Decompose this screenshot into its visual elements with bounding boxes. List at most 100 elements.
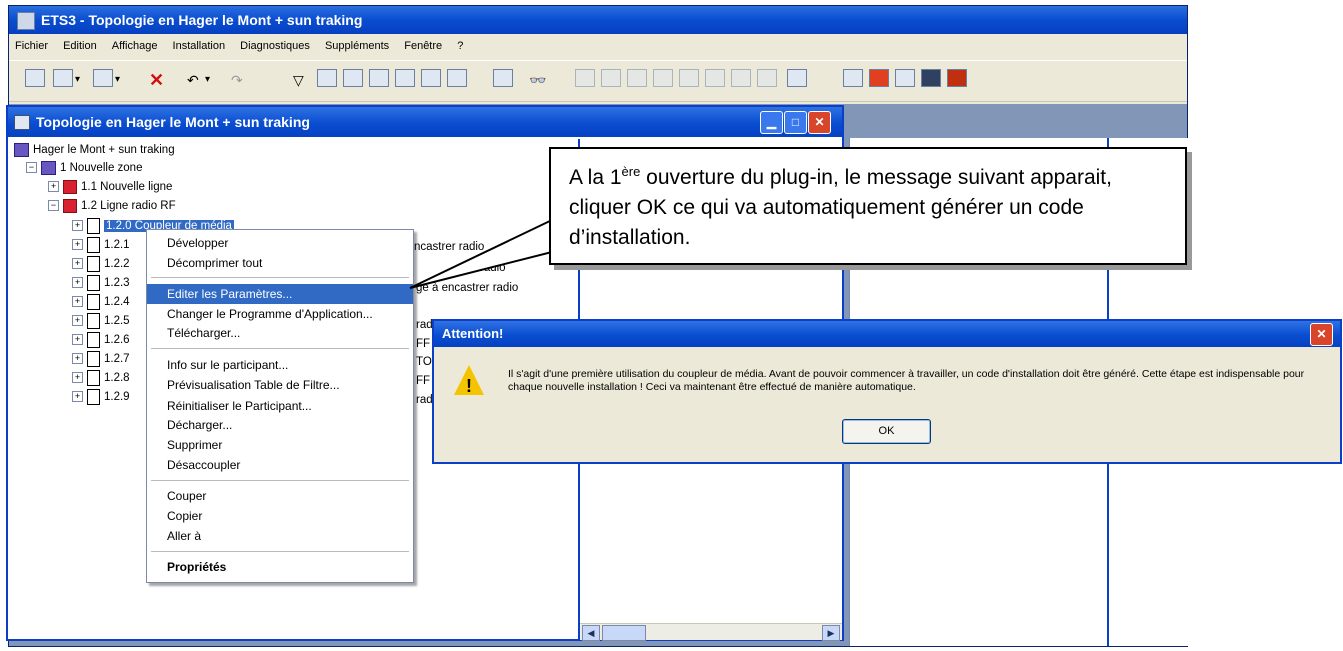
group-address-icon[interactable] xyxy=(421,69,441,87)
menu-item-aller-a[interactable]: Aller à xyxy=(147,526,413,546)
chevron-down-icon[interactable]: ▾ xyxy=(75,69,80,91)
ok-button[interactable]: OK xyxy=(842,419,931,444)
tree-device[interactable]: +1.2.6 xyxy=(72,331,130,349)
scroll-right-icon[interactable]: ▶ xyxy=(822,625,840,641)
tree-device[interactable]: +1.2.9 xyxy=(72,388,130,406)
callout-superscript: ère xyxy=(621,164,641,179)
align-icon[interactable] xyxy=(705,69,725,87)
expand-icon[interactable]: + xyxy=(72,391,83,403)
align-icon[interactable] xyxy=(653,69,673,87)
align-icon[interactable] xyxy=(757,69,777,87)
topology-view-icon[interactable] xyxy=(395,69,415,87)
refresh-icon[interactable] xyxy=(317,69,337,87)
menu-affichage[interactable]: Affichage xyxy=(112,40,158,52)
window-icon[interactable] xyxy=(447,69,467,87)
tree-root[interactable]: Hager le Mont + sun traking xyxy=(14,141,175,159)
expand-icon[interactable]: + xyxy=(72,334,83,346)
tree-device[interactable]: +1.2.7 xyxy=(72,350,130,368)
annotation-callout: A la 1ère ouverture du plug-in, le messa… xyxy=(549,147,1187,265)
plug-icon[interactable] xyxy=(843,69,863,87)
maximize-button[interactable]: □ xyxy=(784,111,807,134)
open-folder-icon[interactable] xyxy=(53,69,73,87)
search-icon[interactable] xyxy=(343,69,363,87)
expand-icon[interactable]: + xyxy=(48,181,59,193)
expand-icon[interactable]: + xyxy=(72,258,83,270)
device-icon xyxy=(87,350,100,367)
tree-device[interactable]: +1.2.1 xyxy=(72,236,130,254)
filter-icon[interactable]: ▽ xyxy=(293,69,304,91)
menu-installation[interactable]: Installation xyxy=(173,40,226,52)
scroll-left-icon[interactable]: ◀ xyxy=(582,625,600,641)
collapse-icon[interactable]: − xyxy=(48,200,59,212)
dialog-close-button[interactable]: ✕ xyxy=(1310,323,1333,346)
menu-item-copier[interactable]: Copier xyxy=(147,506,413,526)
align-icon[interactable] xyxy=(731,69,751,87)
collapse-icon[interactable]: − xyxy=(26,162,37,174)
print-icon[interactable] xyxy=(493,69,513,87)
expand-icon[interactable]: + xyxy=(72,277,83,289)
menu-item-changer-programme[interactable]: Changer le Programme d'Application... xyxy=(147,304,413,324)
device-icon xyxy=(87,236,100,253)
align-icon[interactable] xyxy=(575,69,595,87)
menu-diagnostiques[interactable]: Diagnostiques xyxy=(240,40,310,52)
menu-item-editer-parametres[interactable]: Editer les Paramètres... xyxy=(147,284,413,304)
menu-item-couper[interactable]: Couper xyxy=(147,486,413,506)
tree-device[interactable]: +1.2.8 xyxy=(72,369,130,387)
buildings-view-icon[interactable] xyxy=(369,69,389,87)
menu-item-proprietes[interactable]: Propriétés xyxy=(147,557,413,577)
tree-line-1[interactable]: +1.1 Nouvelle ligne xyxy=(48,178,172,196)
menu-item-decomprimer-tout[interactable]: Décomprimer tout xyxy=(147,253,413,273)
expand-icon[interactable]: + xyxy=(72,372,83,384)
properties-icon[interactable] xyxy=(787,69,807,87)
callout-text-start: A la 1 xyxy=(569,166,622,189)
menu-help[interactable]: ? xyxy=(457,40,463,52)
paste-icon[interactable] xyxy=(93,69,113,87)
menu-fichier[interactable]: Fichier xyxy=(15,40,48,52)
align-icon[interactable] xyxy=(627,69,647,87)
download-icon[interactable] xyxy=(869,69,889,87)
device-desc-fragment: rad xyxy=(416,394,433,406)
menu-fenetre[interactable]: Fenêtre xyxy=(404,40,442,52)
undo-icon[interactable]: ↶ xyxy=(187,69,199,91)
expand-icon[interactable]: + xyxy=(72,239,83,251)
tree-device[interactable]: +1.2.2 xyxy=(72,255,130,273)
menu-item-decharger[interactable]: Décharger... xyxy=(147,415,413,435)
tree-device[interactable]: +1.2.5 xyxy=(72,312,130,330)
menu-item-info-participant[interactable]: Info sur le participant... xyxy=(147,355,413,375)
app-title: ETS3 - Topologie en Hager le Mont + sun … xyxy=(41,12,363,28)
minimize-button[interactable]: ▁ xyxy=(760,111,783,134)
align-icon[interactable] xyxy=(601,69,621,87)
tree-device[interactable]: +1.2.4 xyxy=(72,293,130,311)
bus-monitor-icon[interactable] xyxy=(947,69,967,87)
menu-item-developper[interactable]: Développer xyxy=(147,233,413,253)
info-icon[interactable] xyxy=(895,69,915,87)
menu-supplements[interactable]: Suppléments xyxy=(325,40,389,52)
delete-icon[interactable]: ✕ xyxy=(149,69,164,91)
tree-zone[interactable]: −1 Nouvelle zone xyxy=(26,159,142,177)
tree-device[interactable]: +1.2.3 xyxy=(72,274,130,292)
chevron-down-icon[interactable]: ▾ xyxy=(115,69,120,91)
menu-item-desaccoupler[interactable]: Désaccoupler xyxy=(147,455,413,475)
expand-icon[interactable]: + xyxy=(72,353,83,365)
scroll-thumb[interactable] xyxy=(602,625,646,641)
horizontal-scrollbar[interactable]: ◀ ▶ xyxy=(580,623,842,641)
new-document-icon[interactable] xyxy=(25,69,45,87)
app-titlebar: ETS3 - Topologie en Hager le Mont + sun … xyxy=(9,6,1187,34)
expand-icon[interactable]: + xyxy=(72,220,83,232)
expand-icon[interactable]: + xyxy=(72,296,83,308)
menu-item-supprimer[interactable]: Supprimer xyxy=(147,435,413,455)
expand-icon[interactable]: + xyxy=(72,315,83,327)
tree-line-2[interactable]: −1.2 Ligne radio RF xyxy=(48,197,176,215)
menu-item-previsualisation[interactable]: Prévisualisation Table de Filtre... xyxy=(147,375,413,395)
menu-item-reinitialiser[interactable]: Réinitialiser le Participant... xyxy=(147,396,413,416)
menu-item-telecharger[interactable]: Télécharger... xyxy=(147,323,413,343)
chevron-down-icon[interactable]: ▾ xyxy=(205,69,210,91)
align-icon[interactable] xyxy=(679,69,699,87)
redo-icon[interactable]: ↷ xyxy=(231,69,243,91)
menubar: Fichier Edition Affichage Installation D… xyxy=(9,36,1187,56)
binoculars-icon[interactable]: 👓 xyxy=(529,69,546,91)
close-button[interactable]: ✕ xyxy=(808,111,831,134)
monitor-icon[interactable] xyxy=(921,69,941,87)
menu-edition[interactable]: Edition xyxy=(63,40,97,52)
zone-icon xyxy=(41,160,56,175)
